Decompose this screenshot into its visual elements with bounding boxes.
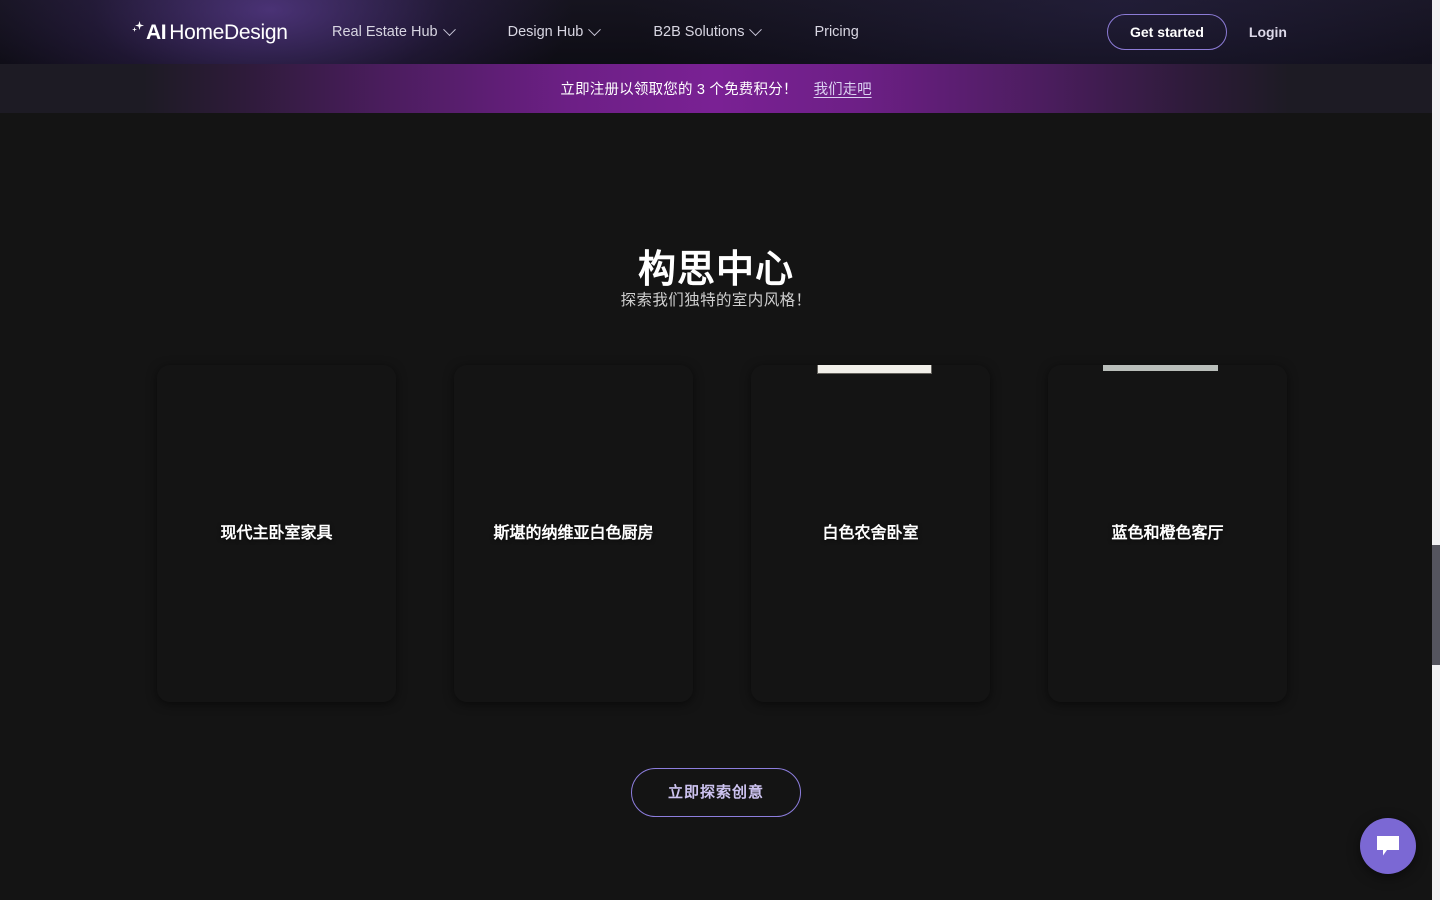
chevron-down-icon <box>749 22 763 36</box>
chat-bubble-icon <box>1377 836 1399 856</box>
nav-item-b2b-solutions[interactable]: B2B Solutions <box>653 0 763 64</box>
logo-prefix: AI <box>146 21 167 44</box>
primary-nav: Real Estate Hub Design Hub B2B Solutions… <box>332 0 859 64</box>
login-link[interactable]: Login <box>1249 24 1287 40</box>
nav-item-pricing[interactable]: Pricing <box>814 0 858 64</box>
sparkle-icon <box>132 21 147 44</box>
page-root: AI HomeDesign Real Estate Hub Design Hub… <box>0 0 1440 900</box>
get-started-button[interactable]: Get started <box>1106 14 1227 50</box>
banner-text: 立即注册以领取您的 3 个免费积分！ <box>560 82 798 98</box>
nav-label: Real Estate Hub <box>332 24 438 40</box>
page-scrollbar-track[interactable] <box>1432 0 1440 900</box>
card-label: 白色农舍卧室 <box>822 524 919 542</box>
nav-item-design-hub[interactable]: Design Hub <box>507 0 602 64</box>
style-card-modern-bedroom[interactable]: 现代主卧室家具 <box>157 365 396 702</box>
style-card-white-farmhouse-bedroom[interactable]: 白色农舍卧室 <box>751 365 990 702</box>
chat-widget-button[interactable] <box>1360 818 1416 874</box>
explore-ideas-button[interactable]: 立即探索创意 <box>630 768 801 817</box>
nav-label: Design Hub <box>507 24 584 40</box>
page-title: 构思中心 <box>637 249 794 291</box>
brand-logo[interactable]: AI HomeDesign <box>132 20 288 46</box>
site-header: AI HomeDesign Real Estate Hub Design Hub… <box>0 0 1432 64</box>
pillow-decor <box>1224 365 1264 367</box>
main-content: 构思中心 探索我们独特的室内风格！ 现代主卧室家具 斯堪的纳维亚白色厨房 白色农… <box>0 113 1432 900</box>
style-card-blue-orange-livingroom[interactable]: 蓝色和橙色客厅 <box>1048 365 1287 702</box>
banner-cta-link[interactable]: 我们走吧 <box>814 78 872 99</box>
style-card-scandinavian-kitchen[interactable]: 斯堪的纳维亚白色厨房 <box>454 365 693 702</box>
cta-container: 立即探索创意 <box>0 768 1432 817</box>
announcement-banner: 立即注册以领取您的 3 个免费积分！ 我们走吧 <box>0 64 1432 113</box>
chevron-down-icon <box>588 22 602 36</box>
style-card-grid: 现代主卧室家具 斯堪的纳维亚白色厨房 白色农舍卧室 蓝色和橙色客厅 <box>157 365 1287 702</box>
chevron-down-icon <box>442 22 456 36</box>
card-label: 现代主卧室家具 <box>220 524 333 542</box>
header-actions: Get started Login <box>1106 0 1287 64</box>
card-label: 斯堪的纳维亚白色厨房 <box>493 524 654 542</box>
nav-label: Pricing <box>814 24 859 40</box>
page-scrollbar-thumb[interactable] <box>1432 545 1440 665</box>
logo-suffix: HomeDesign <box>169 21 288 44</box>
pillow-decor <box>1062 365 1101 367</box>
nav-label: B2B Solutions <box>653 24 745 40</box>
card-label: 蓝色和橙色客厅 <box>1111 524 1224 542</box>
page-subtitle: 探索我们独特的室内风格！ <box>620 292 812 309</box>
wall-art-decor <box>1102 365 1218 371</box>
nav-item-real-estate-hub[interactable]: Real Estate Hub <box>332 0 456 64</box>
